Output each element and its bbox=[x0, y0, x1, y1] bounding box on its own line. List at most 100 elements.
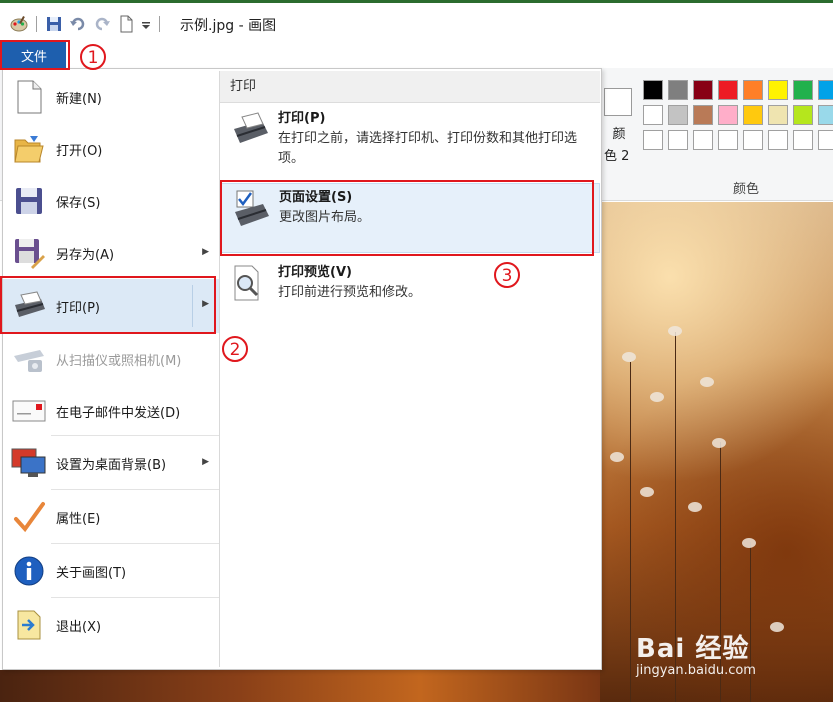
desktop-background-icon bbox=[11, 445, 47, 481]
colors-group-label: 颜色 bbox=[733, 182, 760, 197]
menu-item-properties[interactable]: 属性(E) bbox=[3, 491, 219, 543]
canvas-image-bottom bbox=[0, 670, 600, 702]
flower-blossom bbox=[700, 377, 714, 387]
flower-blossom bbox=[770, 622, 784, 632]
menu-item-save[interactable]: 保存(S) bbox=[3, 175, 219, 227]
color-swatch[interactable] bbox=[743, 105, 763, 125]
file-menu-commands: 新建(N) 打开(O) 保存(S) 另存为(A) ▶ 打印(P) ▶ 从扫描仪或… bbox=[3, 69, 219, 669]
undo-icon[interactable] bbox=[69, 15, 87, 33]
baidu-watermark: Bai 经验 jingyan.baidu.com bbox=[636, 628, 756, 678]
menu-item-send-email[interactable]: 在电子邮件中发送(D) bbox=[3, 385, 219, 437]
paint-app-icon bbox=[10, 15, 28, 33]
annotation-step-1: 1 bbox=[80, 44, 106, 70]
watermark-url: jingyan.baidu.com bbox=[636, 663, 756, 678]
annotation-step-2: 2 bbox=[222, 336, 248, 362]
save-as-icon bbox=[11, 235, 47, 271]
color-swatch[interactable] bbox=[718, 130, 738, 150]
window-title: 示例.jpg - 画图 bbox=[180, 18, 277, 34]
flower-stem bbox=[630, 362, 631, 702]
flower-blossom bbox=[622, 352, 636, 362]
annotation-box-page-setup bbox=[220, 180, 594, 256]
menu-item-set-desktop-background[interactable]: 设置为桌面背景(B) ▶ bbox=[3, 437, 219, 489]
color-swatch[interactable] bbox=[643, 130, 663, 150]
print-preview-icon bbox=[230, 265, 270, 305]
toolbar-separator bbox=[159, 16, 160, 32]
watermark-brand: Bai 经验 bbox=[636, 634, 750, 664]
submenu-item-print-preview-title: 打印预览(V) bbox=[278, 265, 352, 280]
menu-item-open[interactable]: 打开(O) bbox=[3, 123, 219, 175]
menu-item-exit[interactable]: 退出(X) bbox=[3, 599, 219, 651]
submenu-arrow-icon: ▶ bbox=[202, 247, 209, 257]
submenu-item-print-title: 打印(P) bbox=[278, 111, 326, 126]
color-swatch[interactable] bbox=[743, 80, 763, 100]
info-icon bbox=[11, 553, 47, 589]
color-swatch[interactable] bbox=[643, 80, 663, 100]
menu-separator bbox=[51, 543, 219, 544]
color-2-swatch[interactable] bbox=[604, 88, 632, 116]
color-swatch[interactable] bbox=[768, 130, 788, 150]
file-menu: 新建(N) 打开(O) 保存(S) 另存为(A) ▶ 打印(P) ▶ 从扫描仪或… bbox=[2, 68, 602, 670]
new-document-icon[interactable] bbox=[117, 15, 135, 33]
color-swatch[interactable] bbox=[793, 80, 813, 100]
scanner-icon bbox=[11, 341, 47, 377]
color-swatch[interactable] bbox=[718, 80, 738, 100]
printer-icon bbox=[230, 111, 270, 151]
flower-blossom bbox=[610, 452, 624, 462]
flower-blossom bbox=[712, 438, 726, 448]
print-submenu: 打印 打印(P) 在打印之前，请选择打印机、打印份数和其他打印选项。 页面设置(… bbox=[219, 71, 600, 667]
menu-separator bbox=[51, 489, 219, 490]
submenu-item-print-preview-desc: 打印前进行预览和修改。 bbox=[278, 285, 422, 300]
title-bar: 示例.jpg - 画图 bbox=[0, 0, 833, 42]
submenu-item-print-desc: 在打印之前，请选择打印机、打印份数和其他打印选项。 bbox=[278, 131, 578, 166]
annotation-step-3: 3 bbox=[494, 262, 520, 288]
menu-item-save-as[interactable]: 另存为(A) ▶ bbox=[3, 227, 219, 279]
color-palette bbox=[643, 80, 833, 152]
flower-blossom bbox=[650, 392, 664, 402]
menu-separator bbox=[51, 435, 219, 436]
submenu-item-print[interactable]: 打印(P) 在打印之前，请选择打印机、打印份数和其他打印选项。 bbox=[220, 109, 600, 175]
redo-icon[interactable] bbox=[93, 15, 111, 33]
flower-blossom bbox=[640, 487, 654, 497]
menu-separator bbox=[51, 597, 219, 598]
email-icon bbox=[11, 393, 47, 429]
color-swatch[interactable] bbox=[768, 105, 788, 125]
color-swatch[interactable] bbox=[768, 80, 788, 100]
new-file-icon bbox=[11, 79, 47, 115]
save-icon[interactable] bbox=[45, 15, 63, 33]
open-folder-icon bbox=[11, 131, 47, 167]
color-swatch[interactable] bbox=[718, 105, 738, 125]
checkmark-icon bbox=[11, 499, 47, 535]
flower-blossom bbox=[742, 538, 756, 548]
color-swatch[interactable] bbox=[668, 130, 688, 150]
flower-blossom bbox=[688, 502, 702, 512]
menu-item-about-paint[interactable]: 关于画图(T) bbox=[3, 545, 219, 597]
annotation-box-print bbox=[0, 276, 216, 334]
color-swatch[interactable] bbox=[743, 130, 763, 150]
menu-item-new[interactable]: 新建(N) bbox=[3, 71, 219, 123]
annotation-box-file-tab bbox=[0, 40, 70, 70]
customize-toolbar-icon[interactable] bbox=[141, 15, 151, 33]
color-swatch[interactable] bbox=[818, 130, 833, 150]
color-swatch[interactable] bbox=[793, 105, 813, 125]
color-swatch[interactable] bbox=[668, 80, 688, 100]
flower-blossom bbox=[668, 326, 682, 336]
color-swatch[interactable] bbox=[668, 105, 688, 125]
flower-stem bbox=[750, 542, 751, 702]
color-swatch[interactable] bbox=[643, 105, 663, 125]
save-icon bbox=[11, 183, 47, 219]
color-swatch[interactable] bbox=[818, 105, 833, 125]
color-swatch[interactable] bbox=[793, 130, 813, 150]
color-swatch[interactable] bbox=[693, 130, 713, 150]
color-2-label[interactable]: 颜 bbox=[612, 124, 626, 145]
print-submenu-header: 打印 bbox=[220, 71, 600, 103]
color-swatch[interactable] bbox=[818, 80, 833, 100]
toolbar-separator bbox=[36, 16, 37, 32]
submenu-arrow-icon: ▶ bbox=[202, 457, 209, 467]
quick-access-toolbar bbox=[10, 13, 162, 35]
color-swatch[interactable] bbox=[693, 80, 713, 100]
canvas-image[interactable] bbox=[600, 202, 833, 702]
color-swatch[interactable] bbox=[693, 105, 713, 125]
color-2-label-line2: 色 2 bbox=[604, 149, 630, 164]
exit-icon bbox=[11, 607, 47, 643]
submenu-item-print-preview[interactable]: 打印预览(V) 打印前进行预览和修改。 bbox=[220, 263, 600, 317]
